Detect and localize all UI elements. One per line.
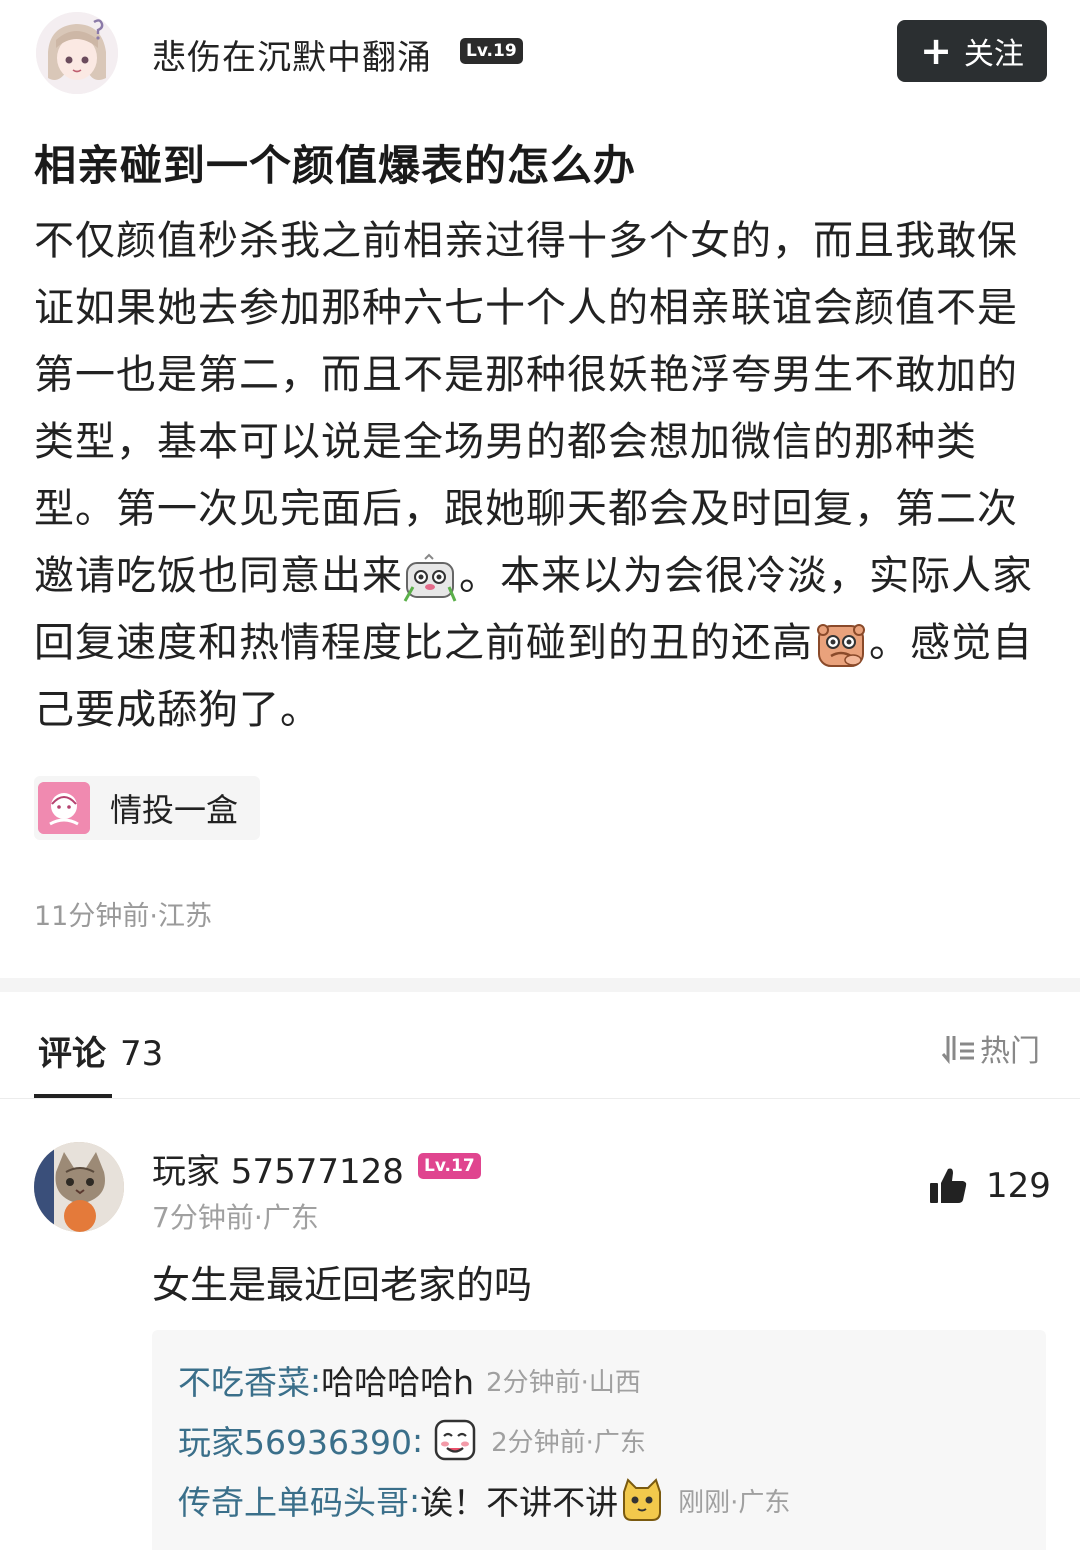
post-title: 相亲碰到一个颜值爆表的怎么办 [34, 141, 637, 190]
replies-box[interactable]: 不吃香菜: 哈哈哈哈h 2分钟前·山西 玩家56936390: 2分钟前·广东 传… [152, 1330, 1046, 1550]
reply-author[interactable]: 传奇上单码头哥 [178, 1476, 409, 1524]
commenter-name[interactable]: 玩家 57577128 [152, 1144, 404, 1193]
author-name[interactable]: 悲伤在沉默中翻涌 [152, 30, 432, 79]
reply-item[interactable]: 不吃香菜: 哈哈哈哈h 2分钟前·山西 [178, 1356, 641, 1404]
comments-tab-label: 评论 [38, 1034, 106, 1074]
reply-text: 哈哈哈哈h [321, 1363, 475, 1402]
plus-icon: + [920, 29, 952, 73]
panda-cheering-emoji-icon [403, 553, 457, 602]
comment-text: 女生是最近回老家的吗 [152, 1263, 533, 1307]
cat-face-emoji-icon [623, 1478, 662, 1521]
author-level-badge: Lv.19 [460, 38, 523, 64]
sort-toggle[interactable]: 热门 [940, 1026, 1040, 1070]
comment-timestamp-location: 7分钟前·广东 [152, 1201, 319, 1234]
reply-meta: 刚刚·广东 [678, 1487, 791, 1518]
comments-tab[interactable]: 评论 73 [38, 1026, 163, 1075]
commenter-level-badge: Lv.17 [418, 1153, 481, 1179]
reply-separator: : [310, 1360, 322, 1400]
topic-tag-label: 情投一盒 [110, 791, 239, 829]
section-divider [0, 978, 1080, 992]
reply-item[interactable]: 玩家56936390: 2分钟前·广东 [178, 1416, 646, 1464]
reply-author[interactable]: 不吃香菜 [178, 1356, 310, 1404]
post-header: 悲伤在沉默中翻涌 Lv.19 + 关注 [0, 0, 1080, 110]
sort-icon [941, 1036, 974, 1064]
reply-meta: 2分钟前·山西 [486, 1367, 641, 1398]
post-timestamp-location: 11分钟前·江苏 [34, 901, 212, 932]
cat-avatar-icon [34, 1142, 124, 1232]
topic-tag-chip[interactable]: 情投一盒 [34, 776, 260, 840]
shy-bear-emoji-icon [817, 624, 865, 667]
reply-separator: : [411, 1420, 424, 1460]
reply-separator: : [409, 1480, 421, 1520]
tag-avatar-icon [38, 782, 90, 834]
reply-meta: 2分钟前·广东 [491, 1427, 646, 1458]
sort-label: 热门 [980, 1034, 1040, 1069]
comments-count: 73 [120, 1034, 164, 1074]
blushing-face-emoji-icon [434, 1419, 476, 1461]
post-body-text-1: 不仅颜值秒杀我之前相亲过得十多个女的，而且我敢保证如果她去参加那种六七十个人的相… [34, 218, 1018, 599]
like-button[interactable]: 129 [928, 1166, 1051, 1206]
post-body: 不仅颜值秒杀我之前相亲过得十多个女的，而且我敢保证如果她去参加那种六七十个人的相… [34, 208, 1044, 744]
follow-button-label: 关注 [963, 37, 1024, 72]
follow-button[interactable]: + 关注 [897, 20, 1047, 82]
tab-bar-rule [0, 1098, 1080, 1099]
reply-text: 诶！不讲不讲 [420, 1483, 619, 1522]
author-avatar[interactable] [36, 12, 118, 94]
reply-item[interactable]: 传奇上单码头哥: 诶！不讲不讲 刚刚·广东 [178, 1476, 790, 1524]
thumbs-up-icon [930, 1168, 967, 1203]
anime-girl-avatar-icon [36, 12, 118, 94]
like-count: 129 [986, 1166, 1051, 1206]
reply-author[interactable]: 玩家56936390 [178, 1416, 412, 1464]
commenter-avatar[interactable] [34, 1142, 124, 1232]
